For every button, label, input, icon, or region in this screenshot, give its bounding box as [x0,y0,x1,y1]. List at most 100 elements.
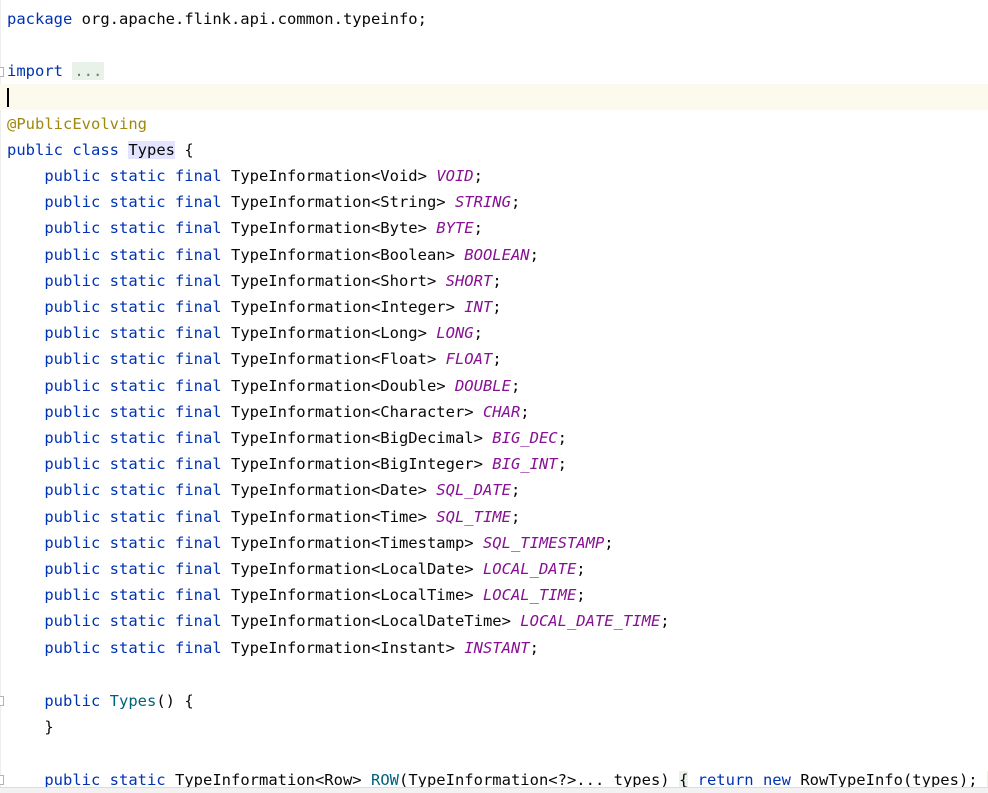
field-line: public static final TypeInformation<Long… [7,320,483,346]
field-name[interactable]: LONG [436,324,473,342]
field-name[interactable]: SQL_DATE [436,481,511,499]
field-name[interactable]: STRING [455,193,511,211]
field-name[interactable]: LOCAL_TIME [483,586,576,604]
field-type: TypeInformation<Byte> [230,219,427,237]
field-modifiers: public static final [44,403,222,421]
folded-imports[interactable]: ... [72,62,105,80]
field-semicolon: ; [510,508,521,526]
field-line: public static final TypeInformation<BigD… [7,425,567,451]
text-caret [7,88,9,107]
field-name[interactable]: SHORT [446,272,493,290]
field-name[interactable]: DOUBLE [455,377,511,395]
field-semicolon: ; [520,403,530,421]
field-name[interactable]: SQL_TIMESTAMP [483,534,604,552]
field-modifiers: public static final [44,246,222,264]
field-type: TypeInformation<Time> [230,508,427,526]
field-type: TypeInformation<LocalDateTime> [230,612,511,630]
field-name[interactable]: LOCAL_DATE_TIME [520,612,660,630]
field-semicolon: ; [510,377,521,395]
field-type: TypeInformation<Instant> [230,639,455,657]
field-type: TypeInformation<Double> [230,377,446,395]
field-type: TypeInformation<Void> [230,167,427,185]
field-semicolon: ; [473,219,483,237]
constructor-name[interactable]: Types [110,692,157,710]
field-name[interactable]: LOCAL_DATE [483,560,576,578]
class-keyword: public class [7,141,119,159]
field-modifiers: public static final [44,324,222,342]
field-modifiers: public static final [44,272,222,290]
gutter [0,0,1,793]
horizontal-scrollbar[interactable] [0,787,988,793]
field-modifiers: public static final [44,193,222,211]
annotation: @PublicEvolving [7,115,147,133]
field-modifiers: public static final [44,508,222,526]
field-line: public static final TypeInformation<Loca… [7,608,670,634]
field-semicolon: ; [557,455,567,473]
constructor-close-line: } [7,714,53,740]
field-line: public static final TypeInformation<Bool… [7,242,539,268]
field-semicolon: ; [660,612,670,630]
class-name[interactable]: Types [128,141,175,159]
field-type: TypeInformation<Float> [230,350,437,368]
field-modifiers: public static final [44,534,222,552]
field-line: public static final TypeInformation<Void… [7,163,483,189]
field-line: public static final TypeInformation<Byte… [7,215,483,241]
field-line: public static final TypeInformation<Inst… [7,635,539,661]
field-modifiers: public static final [44,612,222,630]
package-name: org.apache.flink.api.common.typeinfo; [81,10,427,28]
package-line: package org.apache.flink.api.common.type… [7,6,427,32]
annotation-line: @PublicEvolving [7,111,147,137]
field-modifiers: public static final [44,560,222,578]
field-type: TypeInformation<LocalDate> [230,560,474,578]
field-semicolon: ; [529,246,539,264]
import-line: import ... [7,58,105,84]
field-name[interactable]: BIG_INT [492,455,557,473]
field-modifiers: public static final [44,167,222,185]
field-name[interactable]: BIG_DEC [492,429,557,447]
field-name[interactable]: INSTANT [464,639,529,657]
field-type: TypeInformation<Integer> [230,298,455,316]
field-line: public static final TypeInformation<Char… [7,399,530,425]
code-editor[interactable]: package org.apache.flink.api.common.type… [0,0,988,793]
field-semicolon: ; [510,481,521,499]
field-type: TypeInformation<Long> [230,324,427,342]
fold-marker-imports[interactable] [0,67,4,77]
field-name[interactable]: FLOAT [446,350,493,368]
field-name[interactable]: CHAR [483,403,520,421]
field-semicolon: ; [576,586,586,604]
field-type: TypeInformation<LocalTime> [230,586,474,604]
field-modifiers: public static final [44,586,222,604]
field-name[interactable]: SQL_TIME [436,508,511,526]
fold-marker-constructor[interactable] [0,696,4,706]
field-line: public static final TypeInformation<Time… [7,530,614,556]
fold-marker-row-method[interactable] [0,775,4,785]
field-line: public static final TypeInformation<Loca… [7,582,586,608]
field-name[interactable]: BYTE [436,219,473,237]
field-modifiers: public static final [44,429,222,447]
field-line: public static final TypeInformation<Shor… [7,268,502,294]
field-type: TypeInformation<Date> [230,481,427,499]
field-semicolon: ; [529,639,539,657]
field-type: TypeInformation<BigInteger> [230,455,483,473]
field-line: public static final TypeInformation<Loca… [7,556,586,582]
field-semicolon: ; [510,193,521,211]
field-type: TypeInformation<Short> [230,272,437,290]
field-semicolon: ; [576,560,586,578]
field-semicolon: ; [473,167,483,185]
field-name[interactable]: BOOLEAN [464,246,529,264]
field-name[interactable]: VOID [436,167,473,185]
current-line[interactable] [0,84,988,110]
field-semicolon: ; [473,324,483,342]
constructor-rest: () { [156,692,194,710]
field-line: public static final TypeInformation<Time… [7,504,520,530]
field-semicolon: ; [492,298,502,316]
constructor-keyword: public [44,692,101,710]
field-name[interactable]: INT [464,298,492,316]
field-line: public static final TypeInformation<Inte… [7,294,502,320]
class-declaration-line: public class Types { [7,137,194,163]
import-keyword: import [7,62,63,80]
field-type: TypeInformation<Timestamp> [230,534,474,552]
field-semicolon: ; [604,534,614,552]
field-semicolon: ; [492,272,502,290]
field-line: public static final TypeInformation<BigI… [7,451,567,477]
